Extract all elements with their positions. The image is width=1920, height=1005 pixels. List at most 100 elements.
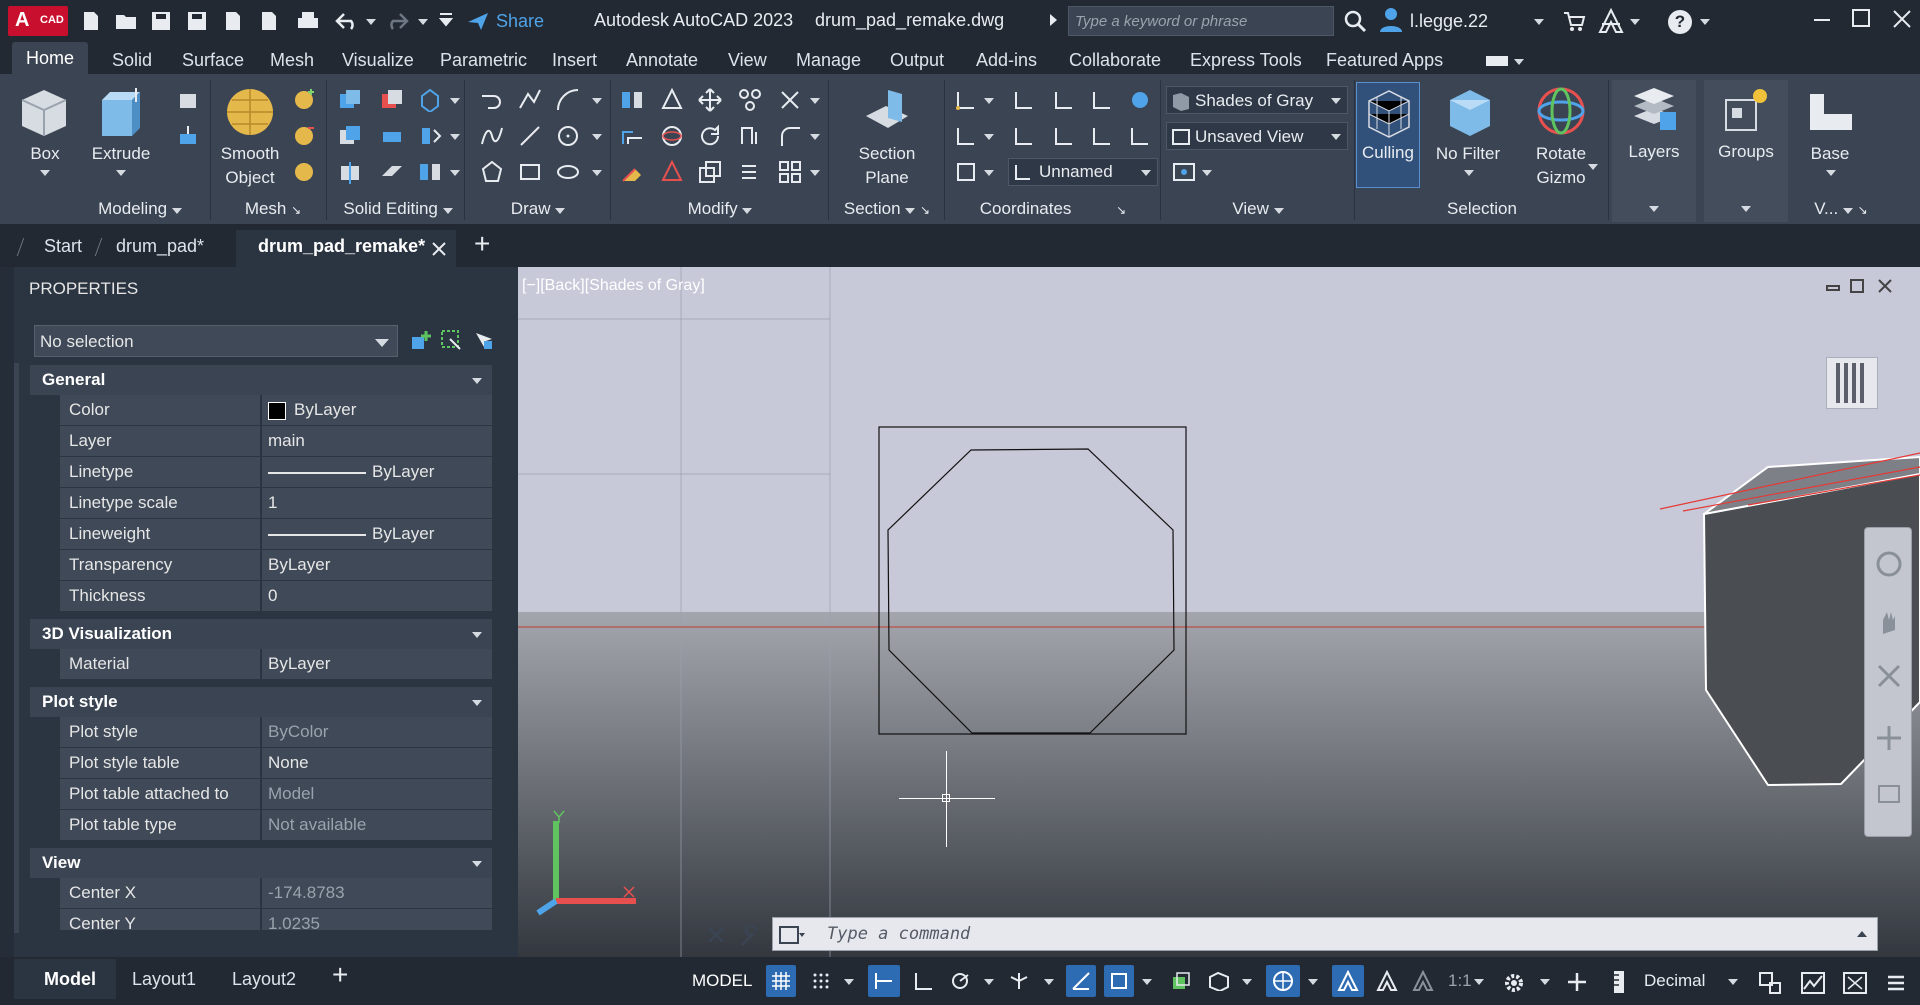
showmotion-icon[interactable] — [1875, 780, 1903, 808]
visual-style-dropdown[interactable]: Shades of Gray — [1166, 86, 1348, 114]
coordinates-panel-title[interactable]: Coordinates ↘ — [946, 196, 1160, 222]
ucs-origin-icon[interactable] — [1012, 124, 1036, 148]
drawing-viewport[interactable]: [−][Back][Shades of Gray] Type a command — [518, 267, 1920, 957]
tab-output[interactable]: Output — [890, 50, 944, 71]
modify-panel-title[interactable]: Modify — [612, 196, 828, 222]
ucs-object-icon[interactable] — [954, 160, 978, 184]
polar-toggle[interactable] — [946, 965, 976, 997]
ribbon-minimize-button[interactable] — [1486, 56, 1508, 66]
pan-icon[interactable] — [1875, 608, 1903, 636]
save-web-icon[interactable] — [258, 10, 280, 32]
subtract-icon[interactable] — [380, 88, 404, 112]
saved-view-dropdown[interactable]: Unsaved View — [1166, 122, 1348, 150]
quick-properties-icon[interactable] — [1758, 971, 1782, 995]
ucs-y-icon[interactable] — [1052, 124, 1076, 148]
redo-dropdown-icon[interactable] — [418, 19, 428, 25]
navigation-bar[interactable] — [1864, 527, 1912, 837]
viewport-controls-label[interactable]: [−][Back][Shades of Gray] — [522, 277, 705, 295]
array-icon[interactable] — [738, 88, 762, 112]
annotation-scale-icon-button[interactable] — [1408, 965, 1438, 997]
view-short-panel-title[interactable]: V... ↘ — [1796, 196, 1886, 222]
prop-linetype[interactable]: Linetype ByLayer — [60, 457, 492, 487]
no-filter-icon[interactable] — [1444, 86, 1496, 138]
layout-tab-model[interactable]: Model — [14, 959, 116, 999]
prop-linetype-scale[interactable]: Linetype scale 1 — [60, 488, 492, 518]
tab-express-tools[interactable]: Express Tools — [1190, 50, 1302, 71]
annotation-scale-value[interactable]: 1:1 — [1448, 971, 1472, 991]
erase-icon[interactable] — [620, 160, 644, 184]
ucs-3point-icon[interactable] — [1128, 124, 1152, 148]
plot-icon[interactable] — [296, 10, 320, 32]
line-icon[interactable] — [480, 88, 504, 112]
smooth-object-button[interactable]: Smooth Object — [214, 142, 286, 190]
share-button[interactable]: Share — [496, 11, 544, 32]
prop-transparency[interactable]: Transparency ByLayer — [60, 550, 492, 580]
command-expand-icon[interactable] — [1857, 931, 1867, 937]
array-rect-dropdown-icon[interactable] — [810, 170, 820, 176]
ellipse-dropdown-icon[interactable] — [592, 170, 602, 176]
new-tab-button[interactable]: + — [474, 228, 490, 260]
save-as-icon[interactable] — [186, 10, 208, 32]
polygon-icon[interactable] — [480, 160, 504, 184]
ellipse-icon[interactable] — [556, 160, 580, 184]
tab-home[interactable]: Home — [12, 42, 89, 74]
customize-qat-icon[interactable] — [438, 12, 454, 28]
snap-dropdown-icon[interactable] — [844, 979, 854, 985]
user-dropdown-icon[interactable] — [1534, 19, 1544, 25]
app-logo[interactable]: A CAD — [8, 6, 68, 36]
viewport-restore-button[interactable] — [1850, 279, 1864, 293]
file-tab-drum-pad[interactable]: drum_pad* — [116, 236, 204, 257]
props-scroll-rail[interactable] — [14, 363, 19, 933]
graphics-performance-icon[interactable] — [1800, 971, 1826, 995]
section-plot-style[interactable]: Plot style — [30, 687, 492, 717]
prop-color[interactable]: Color ByLayer — [60, 395, 492, 425]
ribbon-minimize-dropdown-icon[interactable] — [1514, 59, 1524, 65]
mirror-3d-icon[interactable] — [620, 88, 644, 112]
undo-dropdown-icon[interactable] — [366, 19, 376, 25]
prop-center-y[interactable]: Center Y 1.0235 — [60, 909, 492, 931]
culling-button[interactable]: Culling — [1356, 82, 1420, 188]
file-tab-drum-pad-remake[interactable]: drum_pad_remake* — [236, 230, 456, 267]
undo-icon[interactable] — [334, 10, 360, 32]
tab-mesh[interactable]: Mesh — [270, 50, 314, 71]
smooth-more-icon[interactable] — [292, 88, 316, 112]
intersect-icon[interactable] — [338, 124, 362, 148]
clean-screen-icon[interactable] — [1842, 971, 1868, 995]
arc-dropdown-icon[interactable] — [592, 98, 602, 104]
presspull-icon[interactable] — [176, 124, 200, 148]
quick-select-icon[interactable] — [472, 329, 494, 351]
slice-icon[interactable] — [338, 160, 362, 184]
user-name[interactable]: l.legge.22 — [1410, 11, 1488, 32]
solid-history-icon[interactable] — [418, 88, 442, 112]
zoom-extents-icon[interactable] — [1875, 662, 1903, 690]
polar-dropdown-icon[interactable] — [984, 979, 994, 985]
box-icon[interactable] — [18, 86, 70, 138]
layers-panel[interactable]: Layers — [1612, 80, 1696, 222]
fillet-dropdown-icon[interactable] — [810, 134, 820, 140]
rotate-gizmo-dropdown-icon[interactable] — [1588, 164, 1598, 170]
tab-featured-apps[interactable]: Featured Apps — [1326, 50, 1443, 71]
palette-grip[interactable] — [0, 267, 14, 957]
tab-view[interactable]: View — [728, 50, 767, 71]
selection-dropdown[interactable]: No selection — [34, 325, 398, 357]
search-box[interactable]: Type a keyword or phrase — [1068, 6, 1334, 36]
share-icon[interactable] — [466, 10, 490, 32]
ucs-named-icon[interactable] — [1090, 88, 1114, 112]
rotate-gizmo-icon[interactable] — [1534, 84, 1588, 138]
prop-plot-style[interactable]: Plot style ByColor — [60, 717, 492, 747]
autodesk-app-icon[interactable] — [1598, 8, 1624, 34]
viewport-config-dropdown-icon[interactable] — [1202, 170, 1212, 176]
section-plane-icon[interactable] — [862, 86, 912, 138]
polysolid-icon[interactable] — [176, 88, 200, 112]
smooth-object-icon[interactable] — [224, 86, 276, 138]
section-general[interactable]: General — [30, 365, 492, 395]
union-icon[interactable] — [338, 88, 362, 112]
separate-dropdown-icon[interactable] — [450, 170, 460, 176]
3d-object-snap-dropdown-icon[interactable] — [1242, 979, 1252, 985]
select-objects-icon[interactable] — [440, 329, 462, 351]
base-view-icon[interactable] — [1806, 90, 1856, 134]
object-snap-tracking-toggle[interactable] — [1066, 965, 1096, 997]
tab-add-ins[interactable]: Add-ins — [976, 50, 1037, 71]
align-3d-icon[interactable] — [660, 88, 684, 112]
draw-panel-title[interactable]: Draw — [466, 196, 610, 222]
